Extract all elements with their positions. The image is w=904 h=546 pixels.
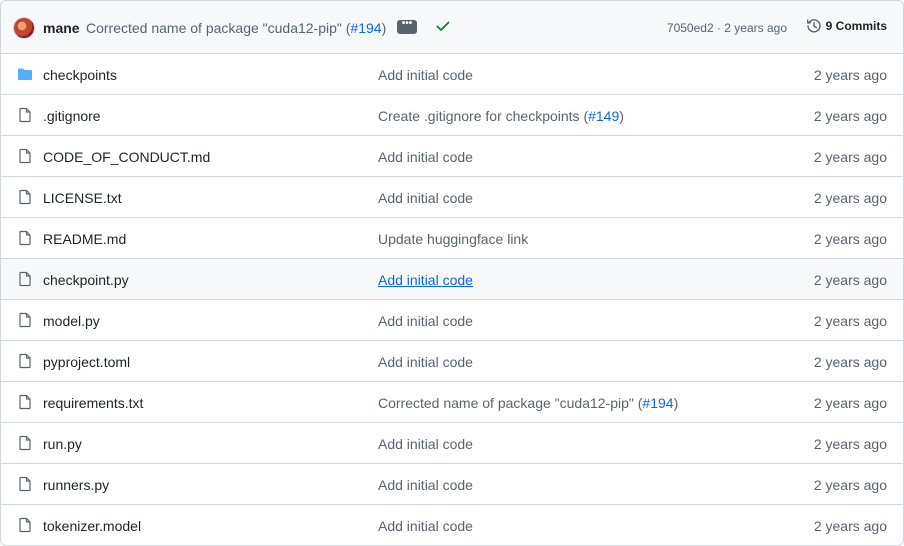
commit-sha-date[interactable]: 7050ed2 · 2 years ago <box>667 21 787 35</box>
row-date[interactable]: 2 years ago <box>814 272 887 288</box>
row-commit-text[interactable]: Add initial code <box>378 477 473 493</box>
file-icon <box>19 230 31 246</box>
row-commit-message[interactable]: Add initial code <box>378 190 473 206</box>
row-commit-text[interactable]: Add initial code <box>378 436 473 452</box>
row-commit-text[interactable]: Create .gitignore for checkpoints ( <box>378 108 588 124</box>
file-row[interactable]: README.md Update huggingface link 2 years … <box>1 218 903 259</box>
file-name-link[interactable]: CODE_OF_CONDUCT.md <box>43 149 210 165</box>
file-name-link[interactable]: requirements.txt <box>43 395 143 411</box>
file-name-link[interactable]: checkpoints <box>43 67 117 83</box>
file-icon <box>19 476 31 492</box>
file-icon <box>19 271 31 287</box>
file-row[interactable]: requirements.txt Corrected name of packag… <box>1 382 903 423</box>
avatar[interactable] <box>13 17 35 39</box>
row-commit-message[interactable]: Add initial code <box>378 272 473 288</box>
row-commit-message[interactable]: Update huggingface link <box>378 231 528 247</box>
row-commit-message[interactable]: Add initial code <box>378 477 473 493</box>
file-name-link[interactable]: runners.py <box>43 477 109 493</box>
row-date[interactable]: 2 years ago <box>814 395 887 411</box>
file-icon <box>19 148 31 164</box>
commit-author[interactable]: mane <box>43 20 80 36</box>
file-row[interactable]: model.py Add initial code 2 years ago <box>1 300 903 341</box>
row-date[interactable]: 2 years ago <box>814 477 887 493</box>
file-row[interactable]: pyproject.toml Add initial code 2 years ag… <box>1 341 903 382</box>
history-icon <box>806 19 821 33</box>
row-commit-message[interactable]: Add initial code <box>378 518 473 534</box>
commits-count: 9 Commits <box>825 19 887 33</box>
file-icon <box>19 517 31 533</box>
row-date[interactable]: 2 years ago <box>814 231 887 247</box>
file-row[interactable]: .gitignore Create .gitignore for checkpoi… <box>1 95 903 136</box>
latest-commit-message[interactable]: Corrected name of package "cuda12-pip" (… <box>86 20 386 36</box>
file-name-link[interactable]: pyproject.toml <box>43 354 130 370</box>
row-commit-text[interactable]: Corrected name of package "cuda12-pip" ( <box>378 395 642 411</box>
row-commit-message[interactable]: Add initial code <box>378 149 473 165</box>
row-commit-close: ) <box>673 395 679 411</box>
row-commit-message[interactable]: Add initial code <box>378 67 473 83</box>
row-date[interactable]: 2 years ago <box>814 354 887 370</box>
row-date[interactable]: 2 years ago <box>814 108 887 124</box>
commit-message-text[interactable]: Corrected name of package "cuda12-pip" ( <box>86 20 350 36</box>
file-name-link[interactable]: model.py <box>43 313 100 329</box>
row-commit-text[interactable]: Add initial code <box>378 67 473 83</box>
row-commit-text[interactable]: Update huggingface link <box>378 231 528 247</box>
pr-link[interactable]: #194 <box>642 395 673 411</box>
file-row[interactable]: run.py Add initial code 2 years ago <box>1 423 903 464</box>
row-date[interactable]: 2 years ago <box>814 518 887 534</box>
row-date[interactable]: 2 years ago <box>814 313 887 329</box>
row-commit-message[interactable]: Corrected name of package "cuda12-pip" (… <box>378 395 678 411</box>
file-row[interactable]: checkpoints Add initial code 2 years ago <box>1 54 903 95</box>
row-commit-close: ) <box>619 108 624 124</box>
row-commit-message[interactable]: Create .gitignore for checkpoints (#149) <box>378 108 624 124</box>
file-icon <box>19 394 31 410</box>
file-name-link[interactable]: run.py <box>43 436 82 452</box>
file-row[interactable]: tokenizer.model Add initial code 2 years a… <box>1 505 903 545</box>
row-commit-message[interactable]: Add initial code <box>378 313 473 329</box>
file-row[interactable]: checkpoint.py Add initial code 2 years ago <box>1 259 903 300</box>
row-date[interactable]: 2 years ago <box>814 436 887 452</box>
commits-history-button[interactable]: 9 Commits <box>806 18 887 34</box>
row-commit-text[interactable]: Add initial code <box>378 190 473 206</box>
latest-commit-bar: mane Corrected name of package "cuda12-p… <box>1 1 903 54</box>
row-commit-text[interactable]: Add initial code <box>378 272 473 288</box>
row-date[interactable]: 2 years ago <box>814 149 887 165</box>
row-commit-message[interactable]: Add initial code <box>378 354 473 370</box>
file-icon <box>19 107 31 123</box>
file-name-link[interactable]: tokenizer.model <box>43 518 141 534</box>
row-commit-text[interactable]: Add initial code <box>378 518 473 534</box>
pr-link[interactable]: #149 <box>588 108 619 124</box>
file-name-link[interactable]: checkpoint.py <box>43 272 129 288</box>
expand-commit-button[interactable]: ••• <box>397 19 417 34</box>
row-commit-text[interactable]: Add initial code <box>378 354 473 370</box>
commit-message-close: ) <box>381 20 387 36</box>
folder-icon <box>18 68 32 80</box>
row-commit-text[interactable]: Add initial code <box>378 149 473 165</box>
file-icon <box>19 353 31 369</box>
file-row[interactable]: CODE_OF_CONDUCT.md Add initial code 2 year… <box>1 136 903 177</box>
file-list: checkpoints Add initial code 2 years ago .g… <box>1 54 903 545</box>
row-date[interactable]: 2 years ago <box>814 190 887 206</box>
file-icon <box>19 312 31 328</box>
file-icon <box>19 189 31 205</box>
row-commit-message[interactable]: Add initial code <box>378 436 473 452</box>
pr-link[interactable]: #194 <box>350 20 381 36</box>
file-row[interactable]: LICENSE.txt Add initial code 2 years ago <box>1 177 903 218</box>
file-browser: mane Corrected name of package "cuda12-p… <box>0 0 904 546</box>
file-icon <box>19 435 31 451</box>
row-commit-text[interactable]: Add initial code <box>378 313 473 329</box>
file-row[interactable]: runners.py Add initial code 2 years ago <box>1 464 903 505</box>
file-name-link[interactable]: LICENSE.txt <box>43 190 122 206</box>
row-date[interactable]: 2 years ago <box>814 67 887 83</box>
file-name-link[interactable]: .gitignore <box>43 108 101 124</box>
file-name-link[interactable]: README.md <box>43 231 126 247</box>
check-icon[interactable] <box>435 18 451 34</box>
